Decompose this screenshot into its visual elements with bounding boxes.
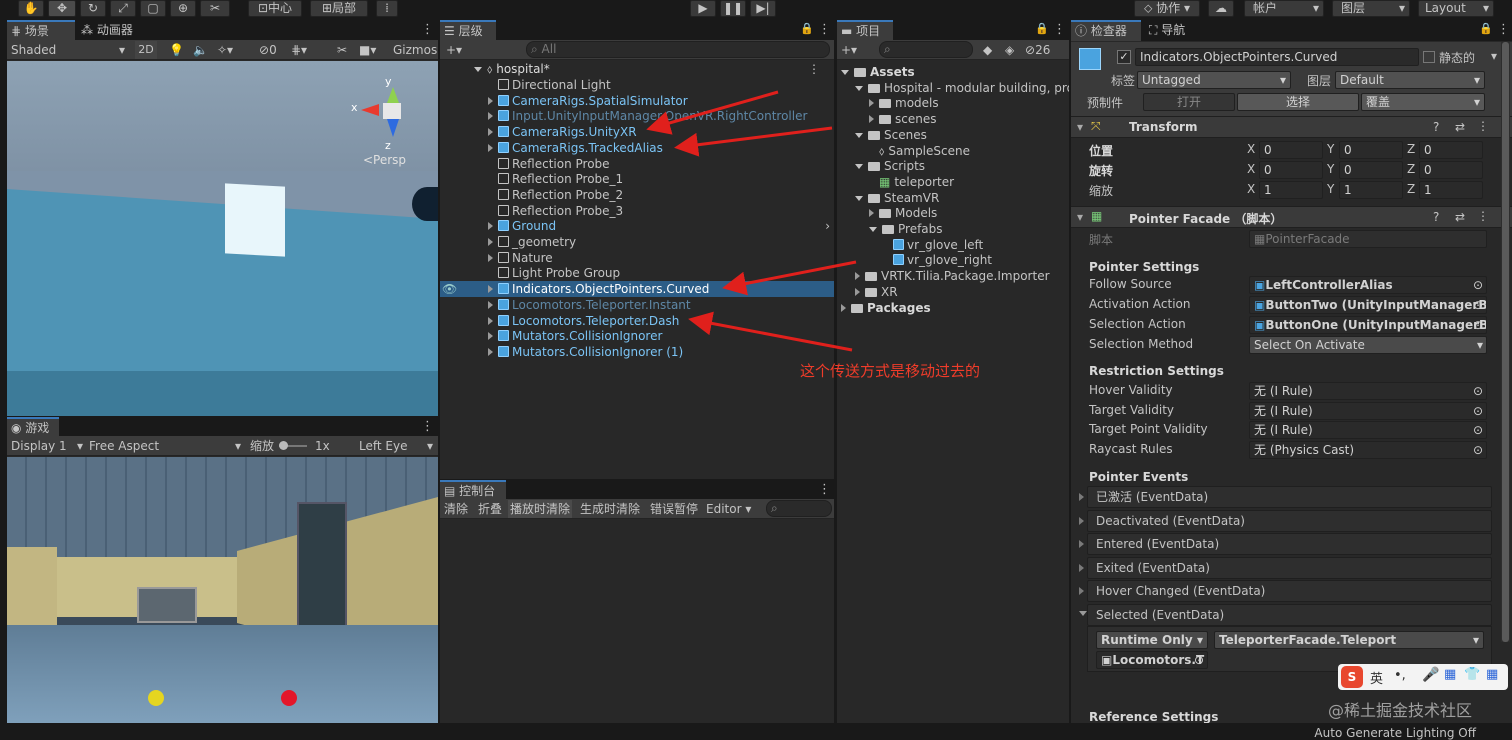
annotation-overlay <box>646 90 857 352</box>
annotation-text: 这个传送方式是移动过去的 <box>800 362 981 380</box>
arrow-unityxr <box>646 90 779 135</box>
arrow-teleporter-dash <box>688 311 853 352</box>
arrow-curved-pointer <box>722 260 857 296</box>
arrow-trackedalias <box>674 126 833 157</box>
